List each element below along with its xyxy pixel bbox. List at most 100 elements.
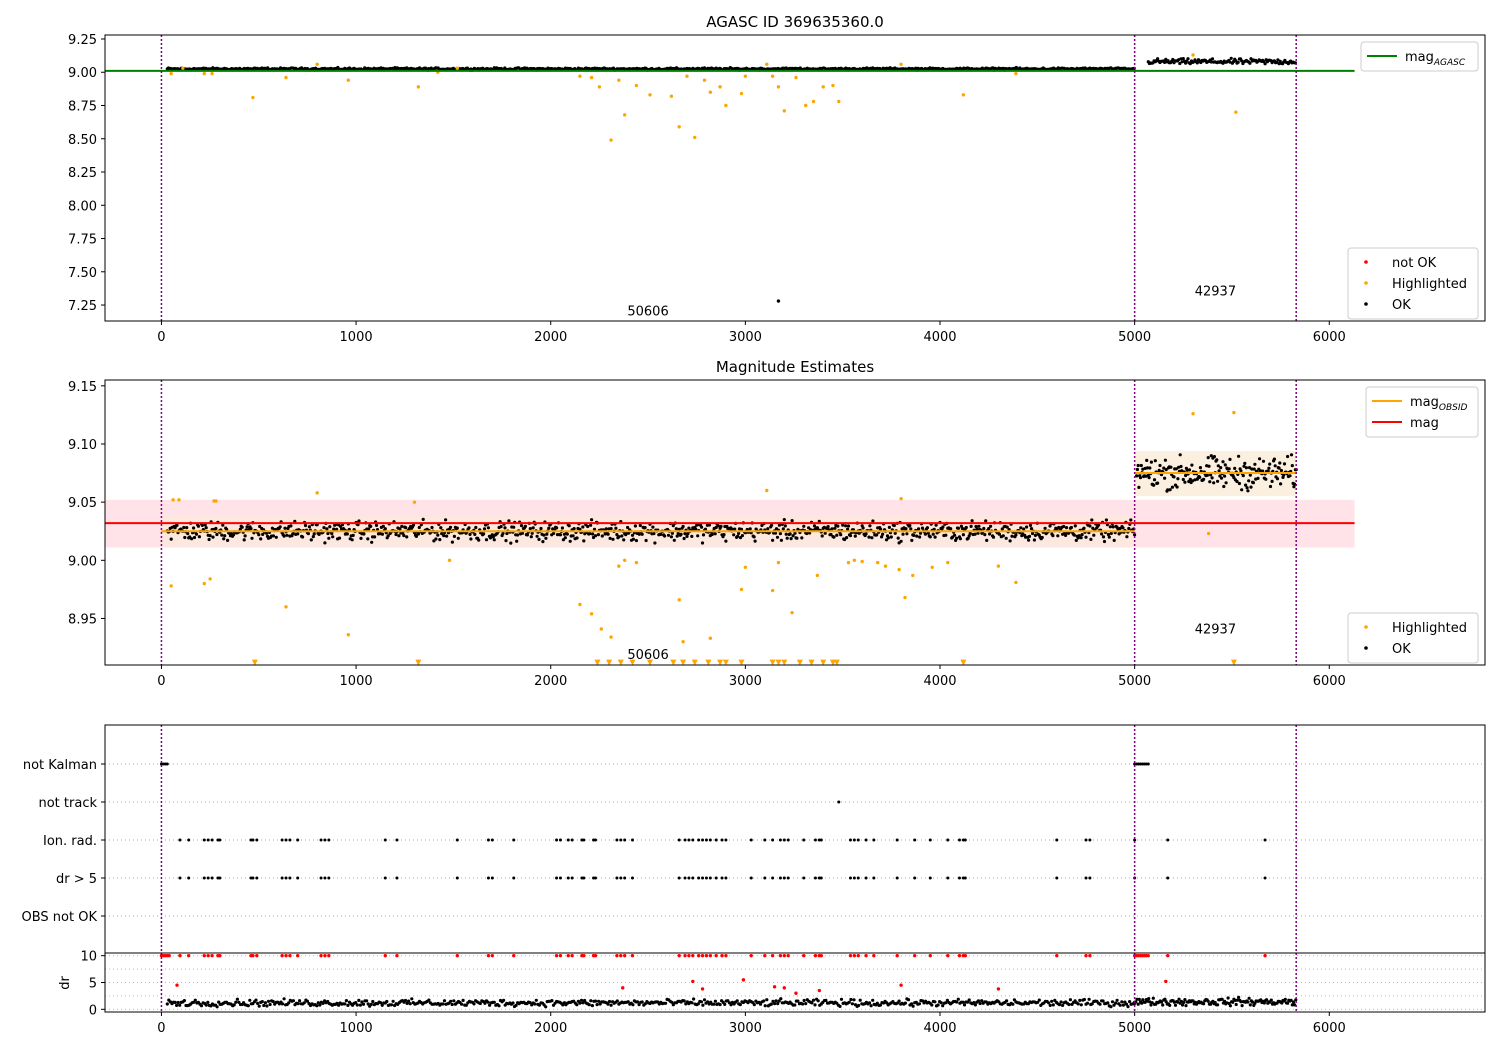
ok-point — [969, 524, 973, 529]
ok-point — [640, 1000, 644, 1004]
flag-point — [872, 838, 876, 842]
ok-point — [912, 533, 916, 538]
flag-point — [813, 876, 817, 880]
ok-point — [991, 535, 996, 539]
ok-point — [1062, 524, 1066, 529]
ok-point — [784, 532, 788, 536]
x-tick-label: 6000 — [1313, 330, 1346, 345]
ok-point — [923, 532, 928, 536]
flag-point — [813, 838, 817, 842]
ok-point — [550, 999, 554, 1003]
legend-label: not OK — [1392, 256, 1437, 271]
ok-point — [664, 1001, 668, 1005]
ok-point — [306, 532, 310, 536]
ok-point — [1219, 466, 1223, 470]
ok-point — [552, 531, 556, 536]
ok-point — [1043, 526, 1047, 530]
data-point — [700, 953, 705, 958]
data-point — [416, 85, 421, 89]
ok-point — [978, 1001, 982, 1006]
ok-point — [1115, 998, 1119, 1002]
x-tick-label: 5000 — [1118, 674, 1151, 689]
data-point — [772, 985, 777, 989]
data-point — [899, 62, 903, 66]
flag-point — [280, 838, 284, 842]
ok-point — [220, 533, 224, 537]
data-point — [1084, 953, 1088, 958]
ok-point — [578, 1001, 582, 1005]
data-point — [683, 953, 687, 958]
ok-point — [1100, 532, 1104, 536]
legend-label-main: mag — [1410, 416, 1439, 431]
ok-point — [765, 998, 769, 1002]
ok-point — [280, 1002, 285, 1006]
y-tick-label: 8.00 — [68, 199, 97, 214]
ok-point — [534, 998, 538, 1002]
data-point — [455, 66, 459, 70]
data-point — [930, 565, 934, 569]
ok-point — [975, 527, 979, 531]
ok-point — [1147, 476, 1151, 480]
data-point — [681, 640, 685, 644]
flag-point — [856, 838, 860, 842]
flag-point — [895, 876, 899, 880]
flag-point — [383, 838, 387, 842]
data-point — [749, 953, 753, 958]
data-point — [1191, 53, 1195, 57]
flag-point — [1166, 876, 1170, 880]
flag-point — [210, 876, 214, 880]
ok-point — [590, 1004, 595, 1008]
data-point — [284, 953, 288, 958]
data-point — [957, 953, 962, 958]
flag-point — [963, 838, 967, 842]
data-point — [897, 567, 901, 572]
ok-point — [328, 525, 332, 529]
ok-point — [373, 535, 377, 539]
ok-point — [713, 999, 718, 1003]
ok-point — [681, 524, 685, 529]
ok-point — [953, 533, 957, 537]
legend-label-main: Highlighted — [1392, 621, 1467, 636]
ok-point — [1170, 485, 1174, 489]
data-point — [566, 953, 570, 958]
ok-point — [839, 997, 844, 1001]
y-tick-label: 8.75 — [68, 100, 97, 115]
y-tick-label: 7.75 — [68, 233, 97, 248]
flag-point — [928, 838, 932, 842]
ok-point — [941, 525, 945, 529]
flag-point — [697, 838, 701, 842]
flag-point — [724, 876, 728, 880]
data-point — [946, 560, 950, 565]
flag-point — [704, 838, 708, 842]
y-tick-label: 8.95 — [68, 612, 97, 627]
ok-point — [1243, 461, 1247, 465]
ok-point — [956, 526, 961, 530]
ok-point — [186, 531, 190, 536]
ok-point — [1135, 467, 1139, 472]
ok-point — [274, 535, 278, 539]
data-point — [589, 612, 594, 616]
ok-point — [1029, 527, 1034, 531]
data-point — [899, 496, 903, 501]
ok-point — [450, 1002, 454, 1007]
ok-point — [542, 533, 546, 537]
ok-point — [1169, 465, 1173, 469]
ok-point — [1158, 463, 1162, 468]
ok-point — [1135, 474, 1139, 478]
ok-point — [1283, 997, 1287, 1002]
flag-point — [837, 800, 841, 804]
ok-point — [1234, 1002, 1238, 1007]
ok-point — [1163, 476, 1167, 480]
ok-point — [452, 999, 456, 1003]
ok-point — [800, 536, 804, 540]
figure: AGASC ID 369635360.0 50606429370 1000 2000… — [0, 0, 1500, 1050]
ok-point — [961, 1000, 965, 1004]
flag-point — [856, 876, 860, 880]
data-point — [821, 85, 825, 89]
ok-point — [1069, 525, 1073, 530]
ok-point — [651, 525, 655, 529]
data-point — [794, 75, 798, 80]
data-point — [634, 83, 639, 88]
data-point — [704, 953, 709, 958]
data-point — [815, 573, 820, 578]
